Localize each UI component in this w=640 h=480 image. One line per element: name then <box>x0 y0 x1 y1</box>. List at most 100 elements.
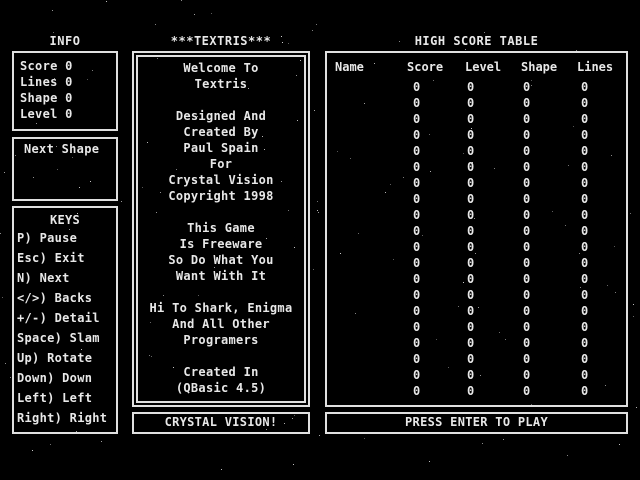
star <box>181 0 182 1</box>
column-header-name: Name <box>335 60 364 74</box>
table-cell: 0 <box>581 288 589 302</box>
table-cell: 0 <box>523 192 531 206</box>
table-cell: 0 <box>413 96 421 110</box>
table-row: 0 0 0 0 <box>335 223 623 239</box>
table-cell: 0 <box>581 224 589 238</box>
star <box>10 377 11 378</box>
key-binding: Up) Rotate <box>17 351 93 365</box>
table-cell: 0 <box>413 336 421 350</box>
table-row: 0 0 0 0 <box>335 175 623 191</box>
table-cell: 0 <box>581 80 589 94</box>
star <box>313 269 314 270</box>
table-cell: 0 <box>413 352 421 366</box>
table-cell: 0 <box>413 208 421 222</box>
table-cell: 0 <box>581 176 589 190</box>
key-binding: Space) Slam <box>17 331 100 345</box>
table-cell: 0 <box>581 304 589 318</box>
credits-line: Paul Spain <box>183 141 259 155</box>
credits-line: This Game <box>187 221 255 235</box>
star <box>32 450 33 451</box>
key-binding: Down) Down <box>17 371 93 385</box>
info-title: INFO <box>49 34 81 48</box>
table-cell <box>335 191 407 207</box>
table-cell: 0 <box>523 256 531 270</box>
credits-line: Hi To Shark, Enigma <box>149 301 293 315</box>
credits-line: Programers <box>183 333 259 347</box>
star <box>317 201 318 202</box>
table-cell: 0 <box>413 240 421 254</box>
table-cell: 0 <box>523 160 531 174</box>
star <box>465 49 466 50</box>
column-header-score: Score <box>407 60 444 74</box>
key-binding: +/-) Detail <box>17 311 100 325</box>
table-cell: 0 <box>523 208 531 222</box>
credits-line: Copyright 1998 <box>168 189 274 203</box>
star <box>636 407 637 408</box>
table-cell <box>335 319 407 335</box>
key-binding: Left) Left <box>17 391 93 405</box>
table-cell: 0 <box>523 320 531 334</box>
star <box>633 316 634 317</box>
table-row: 0 0 0 0 <box>335 95 623 111</box>
credits-line: Textris <box>194 77 248 91</box>
table-cell <box>335 303 407 319</box>
press-enter-prompt: PRESS ENTER TO PLAY <box>405 415 548 429</box>
table-cell: 0 <box>581 96 589 110</box>
credits-text: Welcome To Textris Designed And Created By P… <box>132 60 310 396</box>
high-score-table: Name Score Level Shape Lines 000000000000000… <box>335 55 623 399</box>
table-cell: 0 <box>581 320 589 334</box>
table-cell <box>335 383 407 399</box>
table-cell: 0 <box>467 80 475 94</box>
table-cell: 0 <box>523 272 531 286</box>
table-cell: 0 <box>523 240 531 254</box>
star <box>314 110 315 111</box>
game-screen: INFO Score 0 Lines 0 Shape 0 Level 0 Next S… <box>0 0 640 480</box>
table-cell: 0 <box>467 368 475 382</box>
star <box>211 13 212 14</box>
table-row: 0 0 0 0 <box>335 143 623 159</box>
table-cell <box>335 207 407 223</box>
table-cell <box>335 111 407 127</box>
table-cell: 0 <box>413 256 421 270</box>
table-row: 0 0 0 0 <box>335 127 623 143</box>
column-header-level: Level <box>465 60 502 74</box>
credits-line: So Do What You <box>168 253 274 267</box>
star <box>316 24 317 25</box>
table-row: 0 0 0 0 <box>335 207 623 223</box>
table-cell: 0 <box>467 112 475 126</box>
table-row: 0 0 0 0 <box>335 79 623 95</box>
credits-line: And All Other <box>172 317 270 331</box>
table-row: 0 0 0 0 <box>335 319 623 335</box>
table-cell: 0 <box>467 288 475 302</box>
table-cell: 0 <box>467 96 475 110</box>
table-cell <box>335 95 407 111</box>
table-row: 0 0 0 0 <box>335 111 623 127</box>
table-cell: 0 <box>413 176 421 190</box>
table-cell <box>335 271 407 287</box>
table-cell: 0 <box>523 352 531 366</box>
table-cell: 0 <box>467 208 475 222</box>
table-cell: 0 <box>581 192 589 206</box>
table-cell: 0 <box>581 384 589 398</box>
table-cell: 0 <box>523 128 531 142</box>
column-header-shape: Shape <box>521 60 558 74</box>
info-stats: Score 0 Lines 0 Shape 0 Level 0 <box>20 58 73 122</box>
table-cell <box>335 175 407 191</box>
table-cell: 0 <box>413 160 421 174</box>
table-cell: 0 <box>581 240 589 254</box>
star <box>221 469 222 470</box>
game-title: ***TEXTRIS*** <box>170 34 272 48</box>
star <box>121 201 122 202</box>
keys-title: KEYS <box>49 213 81 227</box>
key-binding: Esc) Exit <box>17 251 85 265</box>
info-stat: Level 0 <box>20 107 73 121</box>
table-cell <box>335 127 407 143</box>
table-cell: 0 <box>413 80 421 94</box>
credits-line <box>132 92 310 108</box>
star <box>106 1 107 2</box>
star <box>567 455 568 456</box>
star <box>319 435 320 436</box>
table-row: 0 0 0 0 <box>335 191 623 207</box>
table-row: 0 0 0 0 <box>335 255 623 271</box>
key-binding: N) Next <box>17 271 70 285</box>
